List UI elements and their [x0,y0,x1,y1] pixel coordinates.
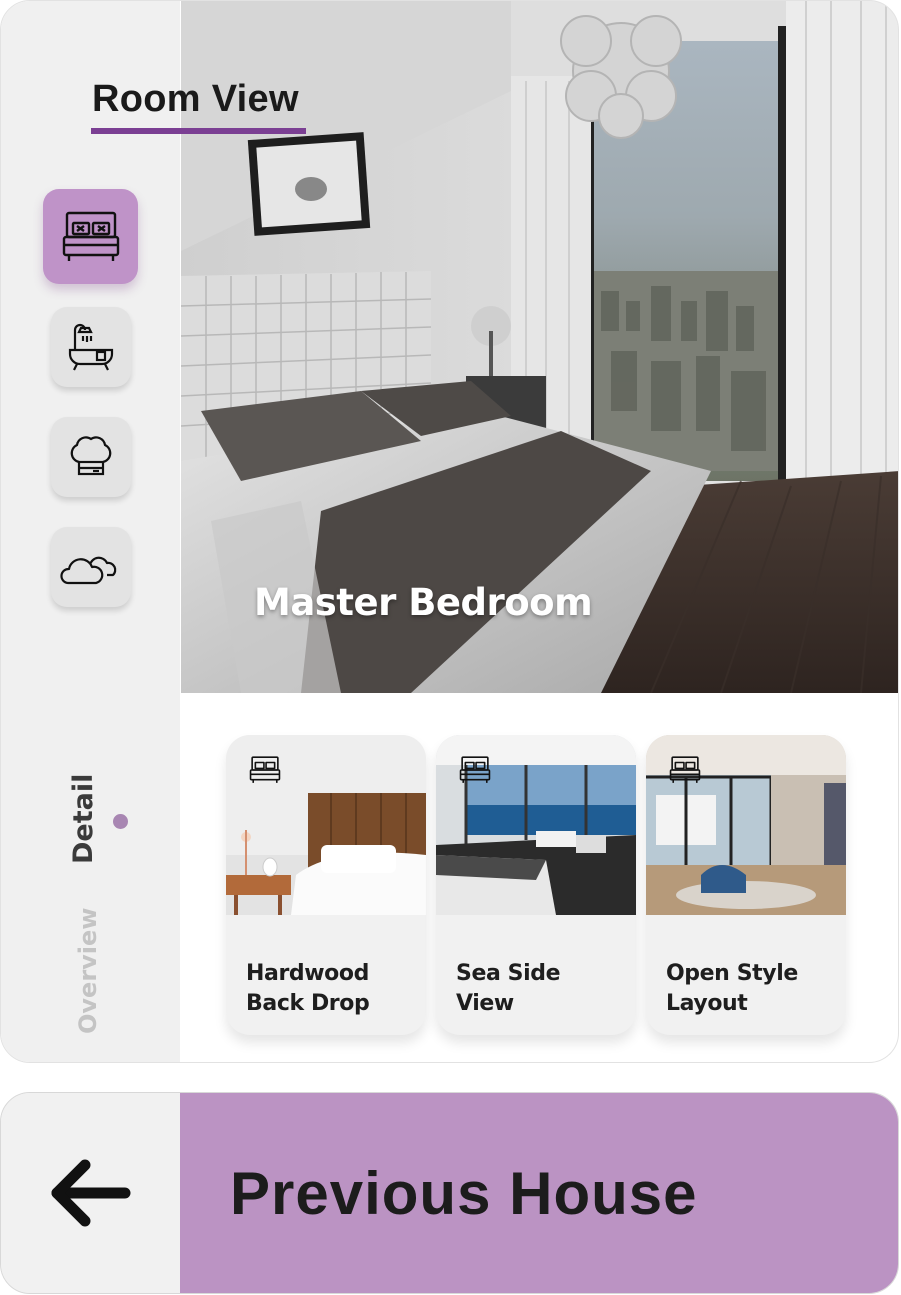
room-type-kitchen-button[interactable] [51,417,131,497]
room-name-label: Master Bedroom [254,581,593,624]
bed-icon [62,211,119,261]
room-view-card: Master Bedroom Room View Detail Overview… [0,0,899,1063]
tab-detail[interactable]: Detail [68,774,99,864]
previous-house-button[interactable]: Previous House [0,1092,899,1294]
tab-overview[interactable]: Overview [74,908,102,1034]
cloud-icon [60,556,117,585]
thumbnail-title: Sea Side View [456,961,561,1016]
page-title: Room View [92,78,299,120]
thumbnail-card[interactable]: Open Style Layout [646,735,846,1035]
bathtub-icon [68,323,114,371]
bed-icon [459,756,491,783]
arrow-left-icon [51,1159,130,1227]
previous-house-label: Previous House [230,1160,698,1227]
room-type-bedroom-button[interactable] [43,189,138,284]
bed-icon [249,756,281,783]
room-type-bathroom-button[interactable] [51,307,131,387]
room-type-outdoor-button[interactable] [51,527,131,607]
thumbnail-title: Hardwood Back Drop [246,961,370,1016]
back-button[interactable] [1,1093,180,1293]
thumbnail-card[interactable]: Sea Side View [436,735,636,1035]
previous-house-panel[interactable]: Previous House [180,1093,898,1293]
title-underline [91,128,306,134]
bed-icon [669,756,701,783]
chef-hat-icon [70,436,112,476]
thumbnail-title: Open Style Layout [666,961,798,1016]
active-tab-indicator [113,814,128,829]
thumbnail-card[interactable]: Hardwood Back Drop [226,735,426,1035]
